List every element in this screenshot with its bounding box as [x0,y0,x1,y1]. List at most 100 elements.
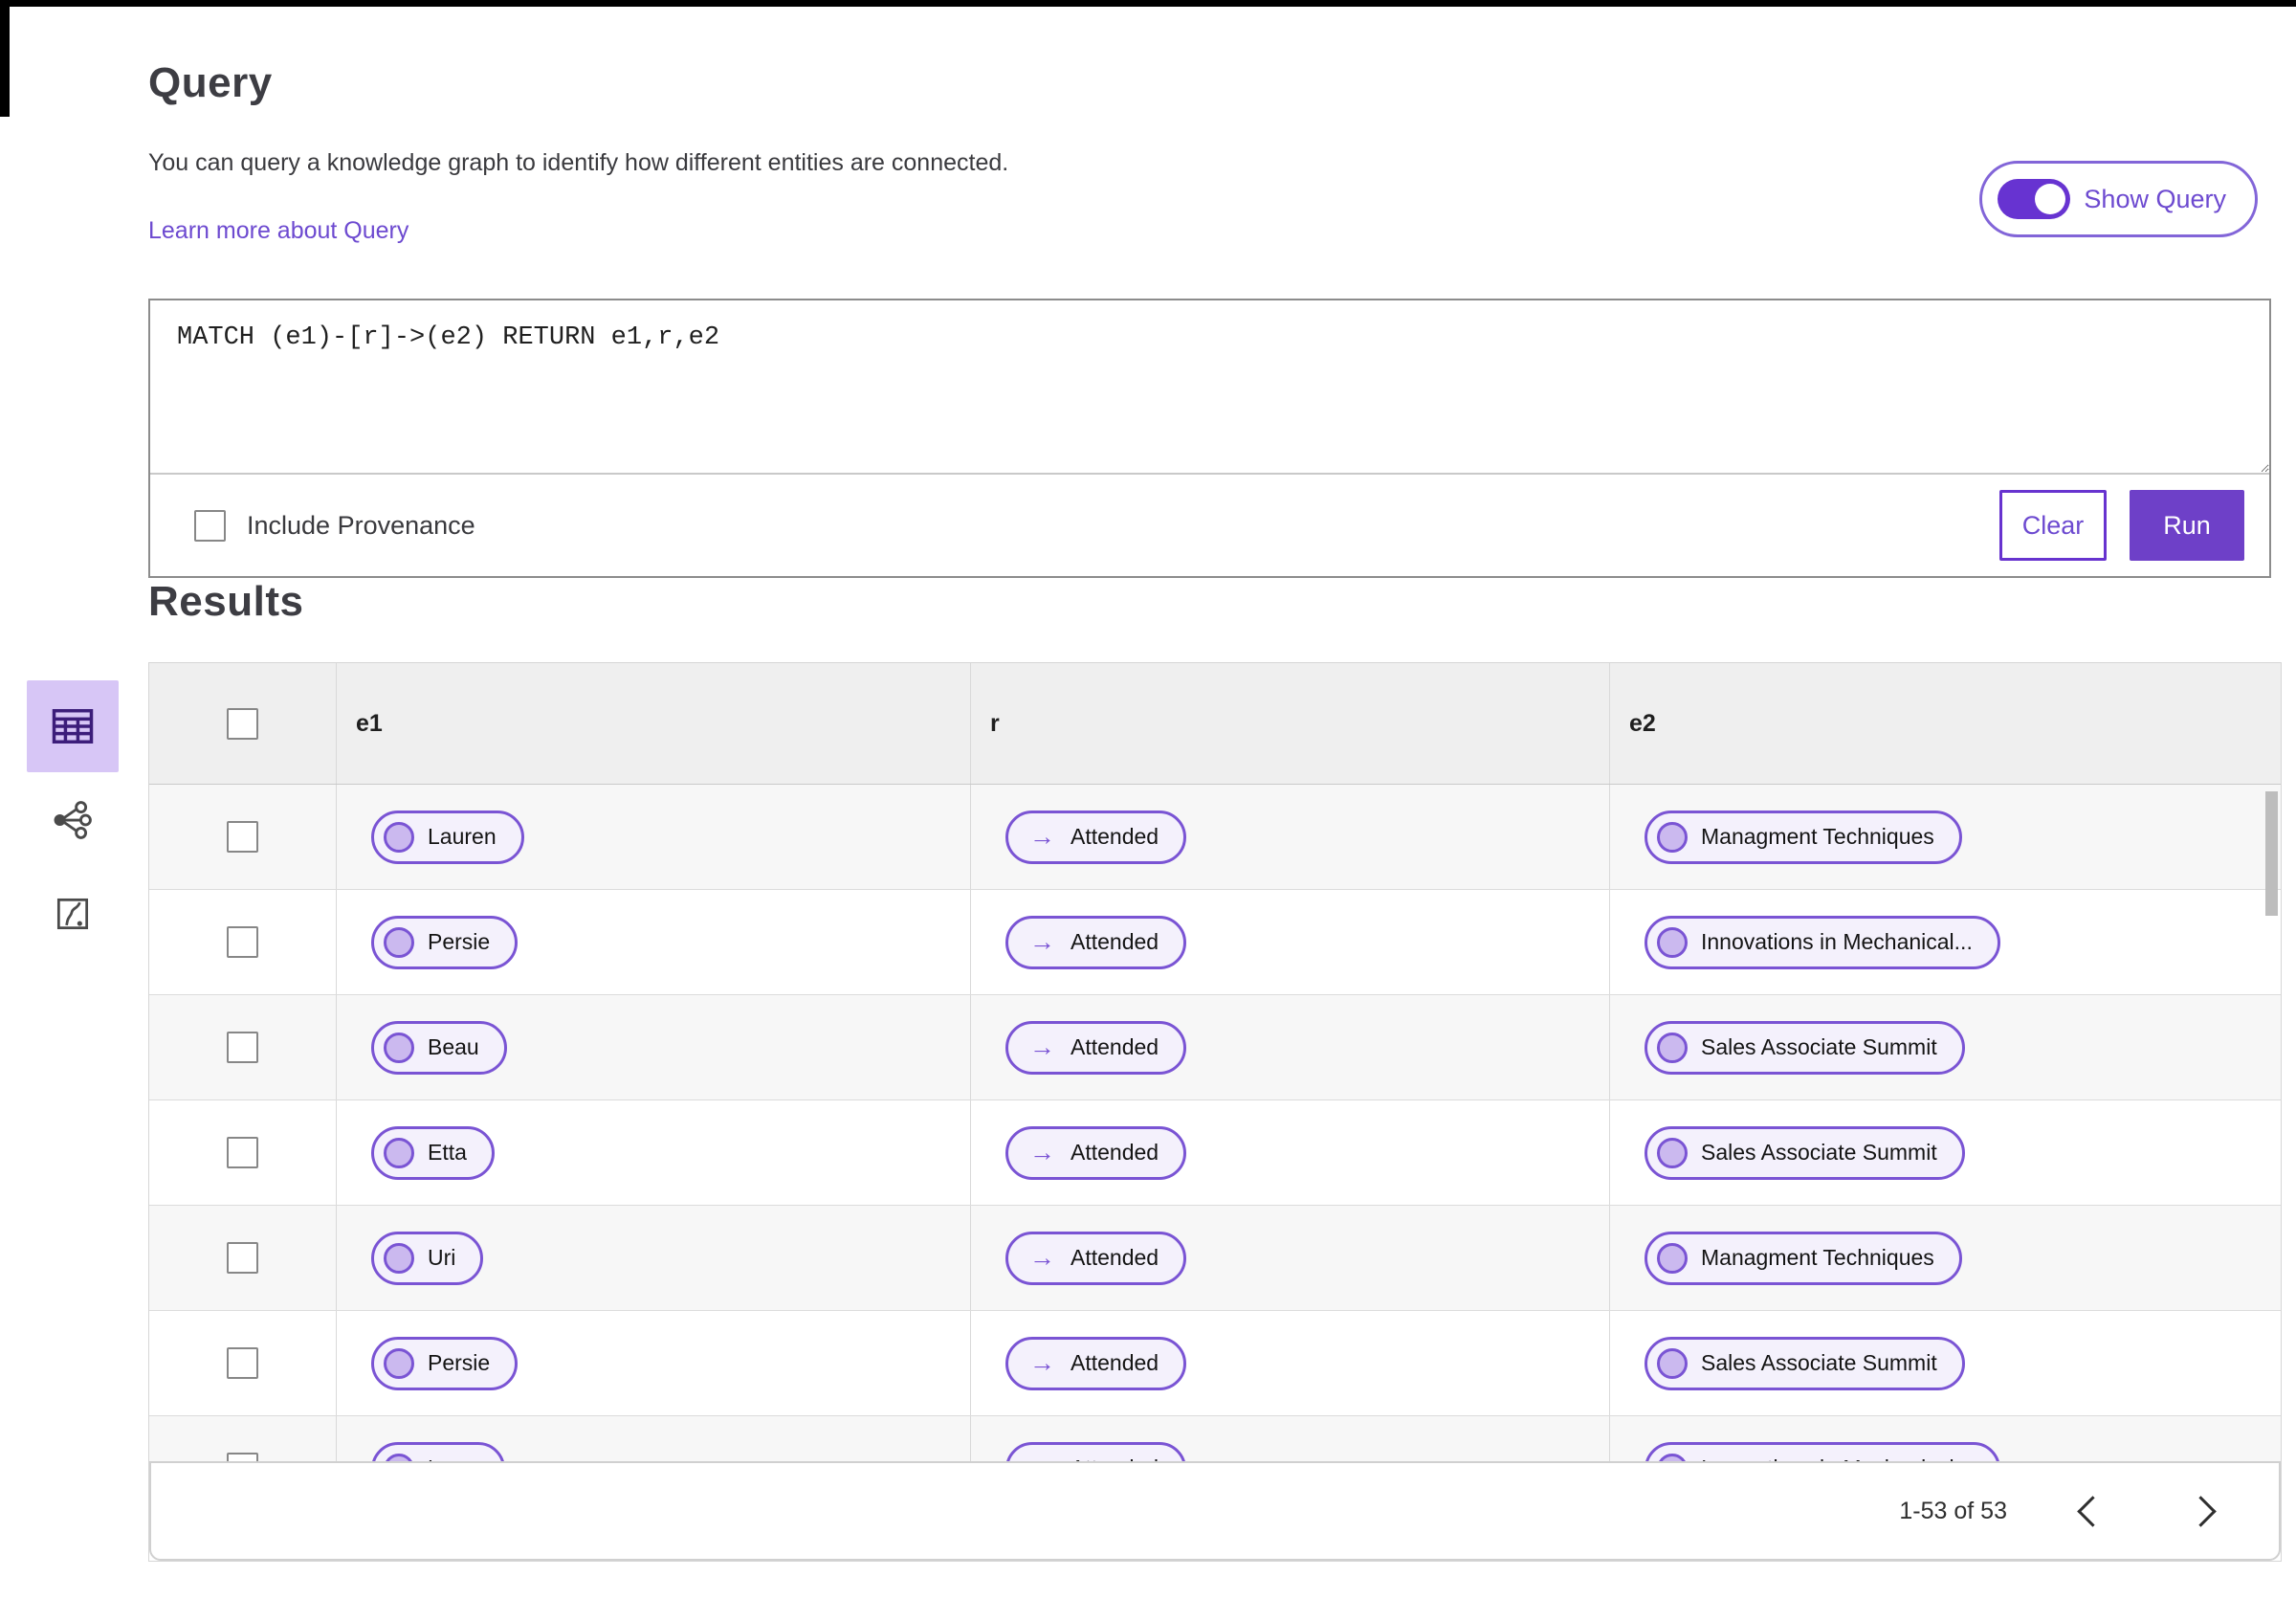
arrow-right-icon: → [1029,1348,1055,1377]
entity-label: Etta [428,1140,467,1165]
toggle-switch-icon[interactable] [1998,179,2071,219]
table-row: Beau → Attended Sales Associate Summit [149,995,2281,1100]
row-checkbox[interactable] [227,1137,258,1168]
results-view-rail [27,680,119,960]
entity-label: Lauren [428,824,497,849]
entity-node-icon [1657,1032,1688,1063]
entity-label: Managment Techniques [1701,824,1934,849]
entity-node-icon [384,1137,414,1168]
arrow-right-icon: → [1029,1033,1055,1061]
cell-e2: Innovations in Mechanical... [1610,890,2281,994]
row-checkbox[interactable] [227,1242,258,1274]
results-table-card: e1 r e2 Lauren → Attended Managment Tech… [148,662,2282,1562]
relation-pill[interactable]: → Attended [1005,810,1187,864]
column-header-e1: e1 [337,663,971,784]
cell-e1: Persie [337,1311,971,1415]
entity-label: Managment Techniques [1701,1245,1934,1270]
row-checkbox[interactable] [227,926,258,958]
entity-pill[interactable]: Lauren [371,810,524,864]
select-all-checkbox[interactable] [227,707,258,740]
row-checkbox[interactable] [227,1347,258,1379]
entity-node-icon [1657,821,1688,853]
include-provenance-label: Include Provenance [247,510,475,540]
entity-node-icon [384,1032,414,1063]
entity-node-icon [384,821,414,853]
chevron-left-icon[interactable] [2077,1495,2108,1527]
show-query-label: Show Query [2084,184,2226,213]
entity-pill[interactable]: Uri [371,1231,484,1285]
relation-label: Attended [1071,929,1159,954]
arrow-right-icon: → [1029,927,1055,956]
relation-pill[interactable]: → Attended [1005,1336,1187,1390]
relation-pill[interactable]: → Attended [1005,1020,1187,1075]
entity-node-icon [384,926,414,958]
table-row: Lauren → Attended Managment Techniques [149,785,2281,890]
clear-button[interactable]: Clear [1999,490,2107,561]
cell-r: → Attended [971,785,1610,889]
query-editor-footer: Include Provenance Clear Run [150,473,2269,576]
relation-label: Attended [1071,1350,1159,1375]
cell-e2: Managment Techniques [1610,1206,2281,1310]
run-button[interactable]: Run [2130,490,2244,561]
entity-node-icon [1657,1137,1688,1168]
cell-r: → Attended [971,890,1610,994]
entity-pill[interactable]: Sales Associate Summit [1645,1125,1965,1180]
entity-pill[interactable]: Innovations in Mechanical... [1645,915,2000,969]
learn-more-link[interactable]: Learn more about Query [148,217,408,245]
cell-r: → Attended [971,1100,1610,1205]
entity-pill[interactable]: Sales Associate Summit [1645,1336,1965,1390]
network-share-icon [54,801,92,839]
cell-e2: Sales Associate Summit [1610,995,2281,1099]
entity-pill[interactable]: Etta [371,1125,495,1180]
entity-node-icon [1657,1242,1688,1274]
entity-label: Persie [428,1350,491,1375]
entity-node-icon [1657,1347,1688,1379]
relation-pill[interactable]: → Attended [1005,1231,1187,1285]
relation-label: Attended [1071,1034,1159,1059]
cell-r: → Attended [971,1206,1610,1310]
entity-node-icon [384,1347,414,1379]
table-body: Lauren → Attended Managment Techniques P… [149,785,2281,1521]
row-checkbox[interactable] [227,821,258,853]
chevron-right-icon[interactable] [2185,1495,2217,1527]
table-row: Persie → Attended Innovations in Mechani… [149,890,2281,995]
table-view-button[interactable] [27,680,119,772]
graph-view-button[interactable] [27,774,119,866]
include-provenance-checkbox[interactable] [194,509,226,542]
entity-pill[interactable]: Managment Techniques [1645,810,1962,864]
column-header-e2: e2 [1629,709,1656,737]
query-page: Query You can query a knowledge graph to… [0,0,2296,1599]
query-input[interactable]: MATCH (e1)-[r]->(e2) RETURN e1,r,e2 [150,300,2269,473]
entity-pill[interactable]: Persie [371,1336,519,1390]
table-scrollbar-thumb[interactable] [2265,791,2278,916]
cell-e1: Uri [337,1206,971,1310]
map-view-button[interactable] [27,868,119,960]
relation-pill[interactable]: → Attended [1005,1125,1187,1180]
cell-e1: Beau [337,995,971,1099]
entity-pill[interactable]: Persie [371,915,519,969]
relation-pill[interactable]: → Attended [1005,915,1187,969]
cell-e2: Sales Associate Summit [1610,1100,2281,1205]
cell-e1: Etta [337,1100,971,1205]
page-description: You can query a knowledge graph to ident… [148,149,1009,176]
show-query-toggle[interactable]: Show Query [1979,161,2258,237]
relation-label: Attended [1071,1245,1159,1270]
entity-pill[interactable]: Beau [371,1020,507,1075]
row-checkbox[interactable] [227,1032,258,1063]
entity-label: Uri [428,1245,456,1270]
cell-e2: Managment Techniques [1610,785,2281,889]
arrow-right-icon: → [1029,1138,1055,1166]
entity-pill[interactable]: Sales Associate Summit [1645,1020,1965,1075]
cell-r: → Attended [971,995,1610,1099]
page-title: Query [148,59,273,106]
relation-label: Attended [1071,824,1159,849]
table-header-row: e1 r e2 [149,663,2281,785]
entity-pill[interactable]: Managment Techniques [1645,1231,1962,1285]
results-title: Results [148,578,304,625]
entity-label: Persie [428,929,491,954]
column-header-r: r [971,663,1610,784]
pagination-bar: 1-53 of 53 [149,1461,2281,1561]
entity-label: Sales Associate Summit [1701,1350,1937,1375]
entity-node-icon [1657,926,1688,958]
entity-node-icon [384,1242,414,1274]
